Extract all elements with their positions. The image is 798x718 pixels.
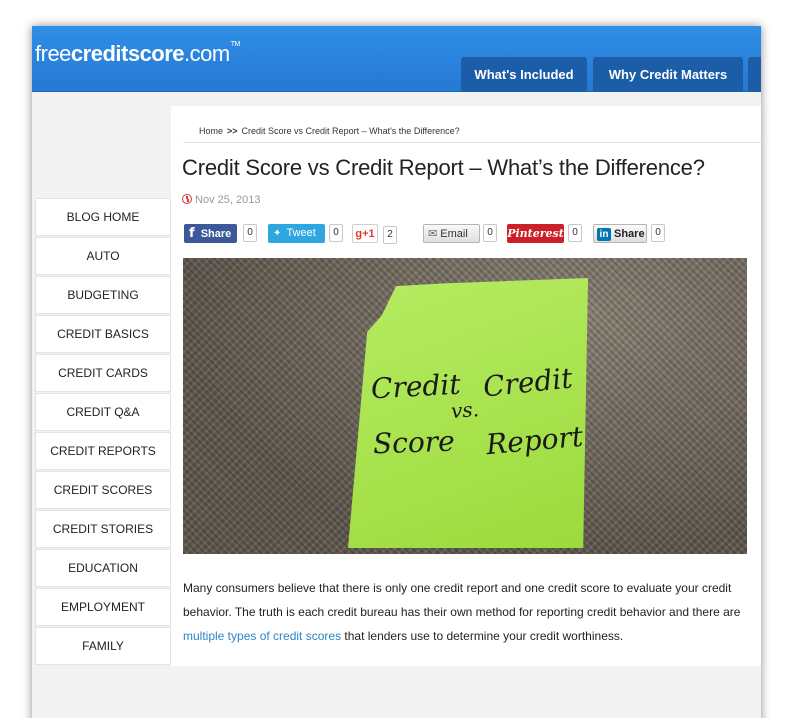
breadcrumb-current[interactable]: Credit Score vs Credit Report – What's t… bbox=[242, 126, 460, 136]
sidebar-item-credit-cards[interactable]: CREDIT CARDS bbox=[35, 354, 171, 392]
nav-tab-whats-included[interactable]: What's Included bbox=[461, 57, 587, 92]
logo-trademark: TM bbox=[230, 41, 241, 48]
article-content: Home >> Credit Score vs Credit Report – Wh… bbox=[171, 106, 761, 666]
sidebar-item-credit-basics[interactable]: CREDIT BASICS bbox=[35, 315, 171, 353]
google-plus-one-label: +1 bbox=[362, 228, 375, 240]
linkedin-share-label: Share bbox=[614, 228, 645, 240]
site-header: freecreditscore.comTM What's Included Wh… bbox=[32, 26, 761, 92]
linkedin-in-icon: in bbox=[597, 228, 611, 241]
google-plus-one-button[interactable]: g+1 bbox=[352, 224, 378, 243]
sidebar-item-credit-reports[interactable]: CREDIT REPORTS bbox=[35, 432, 171, 470]
envelope-icon: ✉ bbox=[428, 228, 438, 240]
category-sidebar: BLOG HOME AUTO BUDGETING CREDIT BASICS C… bbox=[35, 198, 171, 666]
sidebar-item-auto[interactable]: AUTO bbox=[35, 237, 171, 275]
sidebar-item-budgeting[interactable]: BUDGETING bbox=[35, 276, 171, 314]
note-text-vs: vs. bbox=[450, 397, 480, 423]
sidebar-item-employment[interactable]: EMPLOYMENT bbox=[35, 588, 171, 626]
nav-tab-why-credit-matters[interactable]: Why Credit Matters bbox=[593, 57, 743, 92]
article-title: Credit Score vs Credit Report – What’s t… bbox=[182, 155, 705, 180]
email-share-label: Email bbox=[440, 228, 468, 240]
logo-prefix: free bbox=[35, 41, 71, 66]
social-share-bar: f Share 0 ✦ Tweet 0 g+1 2 ✉ Email 0 Pint… bbox=[184, 223, 759, 245]
sidebar-item-credit-stories[interactable]: CREDIT STORIES bbox=[35, 510, 171, 548]
article-body: Many consumers believe that there is onl… bbox=[183, 576, 755, 648]
article-date-text: Nov 25, 2013 bbox=[195, 194, 261, 206]
sidebar-item-credit-scores[interactable]: CREDIT SCORES bbox=[35, 471, 171, 509]
nav-tab-overflow[interactable] bbox=[748, 57, 761, 92]
note-text-score: Score bbox=[372, 424, 456, 461]
note-text-credit-left: Credit bbox=[370, 367, 462, 406]
logo-main: creditscore bbox=[70, 41, 185, 66]
facebook-share-button[interactable]: f Share bbox=[184, 224, 237, 243]
breadcrumb-separator: >> bbox=[227, 126, 238, 136]
article-hero-image: Credit Score vs. Credit Report bbox=[183, 258, 747, 554]
facebook-share-label: Share bbox=[200, 228, 232, 240]
facebook-share-count: 0 bbox=[243, 224, 257, 242]
pinterest-pin-count: 0 bbox=[568, 224, 582, 242]
browser-page-frame: freecreditscore.comTM What's Included Wh… bbox=[32, 26, 761, 718]
logo-suffix: .com bbox=[184, 41, 230, 66]
email-share-count: 0 bbox=[483, 224, 497, 242]
article-body-text-1: Many consumers believe that there is onl… bbox=[183, 581, 741, 619]
sidebar-item-education[interactable]: EDUCATION bbox=[35, 549, 171, 587]
twitter-tweet-count: 0 bbox=[329, 224, 343, 242]
google-plus-one-count: 2 bbox=[383, 226, 397, 244]
twitter-tweet-label: Tweet bbox=[286, 227, 316, 239]
sidebar-item-family[interactable]: FAMILY bbox=[35, 627, 171, 665]
breadcrumb: Home >> Credit Score vs Credit Report – Wh… bbox=[183, 126, 761, 143]
sidebar-item-blog-home[interactable]: BLOG HOME bbox=[35, 198, 171, 236]
credit-score-types-link[interactable]: multiple types of credit scores bbox=[183, 629, 341, 643]
twitter-bird-icon: ✦ bbox=[273, 228, 282, 239]
twitter-tweet-button[interactable]: ✦ Tweet bbox=[268, 224, 325, 243]
pinterest-pin-button[interactable]: Pinterest bbox=[507, 224, 564, 243]
facebook-f-icon: f bbox=[189, 226, 195, 241]
linkedin-share-count: 0 bbox=[651, 224, 665, 242]
sidebar-item-credit-qa[interactable]: CREDIT Q&A bbox=[35, 393, 171, 431]
breadcrumb-home-link[interactable]: Home bbox=[199, 126, 223, 136]
article-date: Nov 25, 2013 bbox=[182, 193, 260, 206]
email-share-button[interactable]: ✉ Email bbox=[423, 224, 480, 243]
clock-icon bbox=[182, 194, 192, 204]
linkedin-share-button[interactable]: in Share bbox=[593, 224, 647, 243]
site-logo[interactable]: freecreditscore.comTM bbox=[35, 41, 240, 67]
breadcrumb-divider bbox=[183, 142, 761, 143]
article-body-text-2: that lenders use to determine your credi… bbox=[341, 629, 624, 643]
